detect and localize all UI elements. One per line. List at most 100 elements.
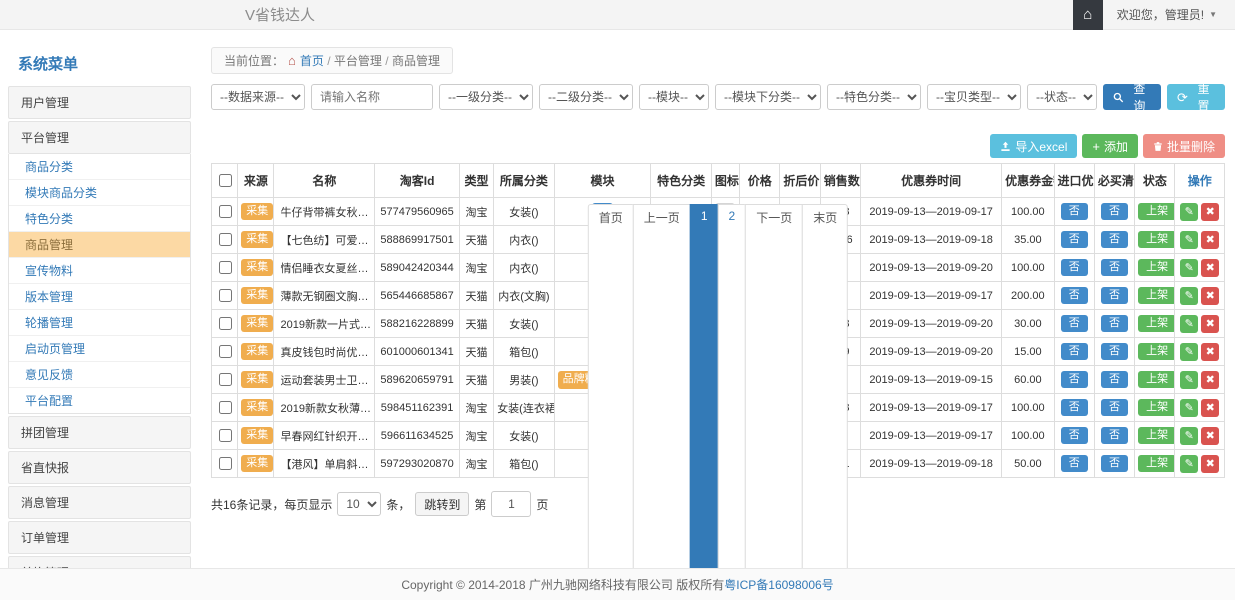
must-buy-toggle[interactable]: 否 [1101,287,1128,304]
edit-button[interactable]: ✎ [1180,427,1198,445]
per-page-select[interactable]: 10 [337,492,381,516]
import-select-toggle[interactable]: 否 [1061,371,1088,388]
sidebar-subitem[interactable]: 特色分类 [9,206,190,232]
sidebar-group-header[interactable]: 订单管理 [8,521,191,554]
import-select-toggle[interactable]: 否 [1061,455,1088,472]
import-select-toggle[interactable]: 否 [1061,343,1088,360]
row-checkbox[interactable] [219,429,232,442]
must-buy-toggle[interactable]: 否 [1101,427,1128,444]
import-select-toggle[interactable]: 否 [1061,287,1088,304]
status-button[interactable]: 上架 [1138,287,1175,304]
row-checkbox[interactable] [219,289,232,302]
filter-select[interactable]: --模块下分类-- [715,84,821,110]
must-buy-toggle[interactable]: 否 [1101,343,1128,360]
sidebar-subitem[interactable]: 商品分类 [9,154,190,180]
import-select-toggle[interactable]: 否 [1061,231,1088,248]
sidebar-subitem[interactable]: 轮播管理 [9,310,190,336]
must-buy-toggle[interactable]: 否 [1101,399,1128,416]
delete-button[interactable]: ✖ [1201,399,1219,417]
edit-button[interactable]: ✎ [1180,203,1198,221]
sidebar-subitem[interactable]: 平台配置 [9,388,190,413]
row-checkbox[interactable] [219,261,232,274]
sidebar-subitem[interactable]: 启动页管理 [9,336,190,362]
delete-button[interactable]: ✖ [1201,287,1219,305]
sidebar-subitem[interactable]: 商品管理 [9,232,190,258]
status-button[interactable]: 上架 [1138,399,1175,416]
pager-nav-button[interactable]: 首页 [588,204,634,568]
home-button[interactable]: ⌂ [1073,0,1103,30]
import-excel-button[interactable]: 导入excel [990,134,1077,158]
filter-select[interactable]: --模块-- [639,84,709,110]
row-checkbox[interactable] [219,457,232,470]
delete-button[interactable]: ✖ [1201,343,1219,361]
pager-nav-button[interactable]: 上一页 [633,204,691,568]
status-button[interactable]: 上架 [1138,455,1175,472]
name-search-input[interactable] [311,84,433,110]
sidebar-subitem[interactable]: 版本管理 [9,284,190,310]
must-buy-toggle[interactable]: 否 [1101,315,1128,332]
status-button[interactable]: 上架 [1138,315,1175,332]
edit-button[interactable]: ✎ [1180,287,1198,305]
delete-button[interactable]: ✖ [1201,427,1219,445]
import-select-toggle[interactable]: 否 [1061,259,1088,276]
import-select-toggle[interactable]: 否 [1061,427,1088,444]
must-buy-toggle[interactable]: 否 [1101,231,1128,248]
edit-button[interactable]: ✎ [1180,315,1198,333]
sidebar-subitem[interactable]: 宣传物料 [9,258,190,284]
filter-select[interactable]: --状态-- [1027,84,1097,110]
user-menu[interactable]: 欢迎您，管理员! ▼ [1103,6,1235,23]
delete-button[interactable]: ✖ [1201,259,1219,277]
status-button[interactable]: 上架 [1138,259,1175,276]
status-button[interactable]: 上架 [1138,203,1175,220]
edit-button[interactable]: ✎ [1180,455,1198,473]
row-checkbox[interactable] [219,205,232,218]
import-select-toggle[interactable]: 否 [1061,399,1088,416]
status-button[interactable]: 上架 [1138,343,1175,360]
select-all-checkbox[interactable] [219,174,232,187]
must-buy-toggle[interactable]: 否 [1101,259,1128,276]
search-button[interactable]: 查询 [1103,84,1161,110]
pager-nav-button[interactable]: 末页 [802,204,848,568]
sidebar-group-header[interactable]: 兑换管理 [8,556,191,568]
delete-button[interactable]: ✖ [1201,203,1219,221]
must-buy-toggle[interactable]: 否 [1101,371,1128,388]
delete-button[interactable]: ✖ [1201,371,1219,389]
edit-button[interactable]: ✎ [1180,343,1198,361]
jump-button[interactable]: 跳转到 [415,492,469,516]
edit-button[interactable]: ✎ [1180,371,1198,389]
filter-select[interactable]: --宝贝类型-- [927,84,1021,110]
delete-button[interactable]: ✖ [1201,315,1219,333]
sidebar-group-header[interactable]: 用户管理 [8,86,191,119]
must-buy-toggle[interactable]: 否 [1101,455,1128,472]
sidebar-subitem[interactable]: 模块商品分类 [9,180,190,206]
import-select-toggle[interactable]: 否 [1061,203,1088,220]
filter-select[interactable]: --一级分类-- [439,84,533,110]
pager-page-button[interactable]: 1 [690,204,719,568]
status-button[interactable]: 上架 [1138,371,1175,388]
import-select-toggle[interactable]: 否 [1061,315,1088,332]
batch-delete-button[interactable]: 批量删除 [1143,134,1225,158]
reset-button[interactable]: ⟳ 重置 [1167,84,1225,110]
delete-button[interactable]: ✖ [1201,231,1219,249]
sidebar-subitem[interactable]: 意见反馈 [9,362,190,388]
filter-select-source[interactable]: --数据来源-- [211,84,305,110]
row-checkbox[interactable] [219,345,232,358]
edit-button[interactable]: ✎ [1180,231,1198,249]
row-checkbox[interactable] [219,317,232,330]
must-buy-toggle[interactable]: 否 [1101,203,1128,220]
sidebar-group-header[interactable]: 省直快报 [8,451,191,484]
status-button[interactable]: 上架 [1138,427,1175,444]
filter-select[interactable]: --二级分类-- [539,84,633,110]
icp-link[interactable]: 粤ICP备16098006号 [724,576,833,593]
edit-button[interactable]: ✎ [1180,399,1198,417]
row-checkbox[interactable] [219,373,232,386]
filter-select[interactable]: --特色分类-- [827,84,921,110]
breadcrumb-item[interactable]: 首页 [300,54,324,68]
status-button[interactable]: 上架 [1138,231,1175,248]
sidebar-group-header[interactable]: 拼团管理 [8,416,191,449]
pager-nav-button[interactable]: 下一页 [745,204,803,568]
sidebar-group-header[interactable]: 平台管理 [8,121,191,154]
delete-button[interactable]: ✖ [1201,455,1219,473]
edit-button[interactable]: ✎ [1180,259,1198,277]
pager-page-button[interactable]: 2 [718,204,747,568]
